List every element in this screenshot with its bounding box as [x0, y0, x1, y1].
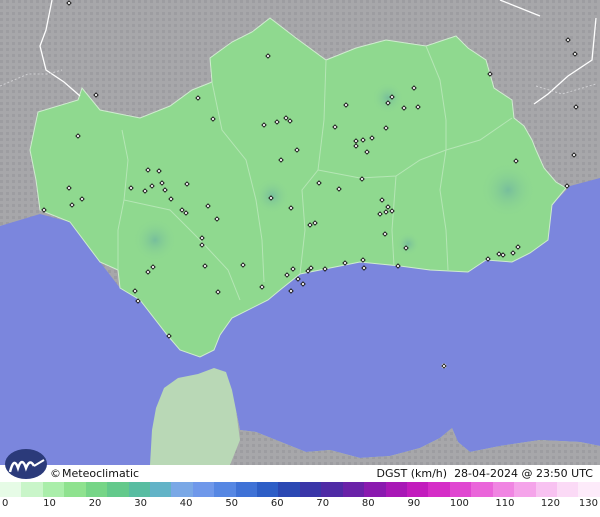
color-scale-segment [407, 482, 429, 497]
color-scale-segment [492, 482, 515, 497]
gust-hotspot [396, 232, 420, 256]
color-scale-tick: 100 [449, 498, 469, 509]
variable-label: DGST (km/h) [376, 467, 448, 480]
color-scale-segment [85, 482, 108, 497]
map-info: DGST (km/h) 28-04-2024 @ 23:50 UTC [377, 467, 593, 480]
color-scale-tick: 50 [225, 498, 239, 509]
color-scale-tick: 10 [43, 498, 56, 509]
color-scale-tick: 20 [88, 498, 102, 509]
color-scale-tick: 0 [2, 498, 9, 509]
color-scale-tick: 80 [361, 498, 375, 509]
color-scale-segment [471, 482, 493, 497]
color-scale-bar [0, 482, 600, 497]
color-scale-segment [107, 482, 129, 497]
color-scale-segment [42, 482, 65, 497]
color-scale-tick: 110 [495, 498, 515, 509]
color-scale-segment [449, 482, 472, 497]
brand-label: ©Meteoclimatic [50, 467, 139, 480]
color-scale-segment [428, 482, 450, 497]
color-scale-segment [364, 482, 386, 497]
color-scale-segment [385, 482, 408, 497]
color-scale-tick: 120 [540, 498, 560, 509]
color-scale-segment [0, 482, 22, 497]
gust-hotspot [372, 82, 404, 114]
meteoclimatic-logo-icon [4, 446, 48, 480]
color-scale-segment [64, 482, 86, 497]
datetime-label: 28-04-2024 @ 23:50 UTC [454, 467, 593, 480]
copyright-symbol: © [50, 467, 61, 480]
color-scale-segment [235, 482, 258, 497]
color-scale-ticks: 0 10 20 30 40 50 60 70 80 90 100 110 120 130 [0, 498, 600, 512]
color-scale-tick: 130 [578, 498, 598, 509]
color-scale-segment [299, 482, 322, 497]
color-scale-segment [257, 482, 279, 497]
color-scale-tick: 60 [270, 498, 284, 509]
color-scale-segment [514, 482, 536, 497]
color-scale-tick: 70 [316, 498, 330, 509]
color-scale-segment [556, 482, 579, 497]
color-scale-segment [149, 482, 172, 497]
color-scale-segment [214, 482, 236, 497]
gust-hotspot [480, 162, 536, 218]
color-scale-segment [21, 482, 43, 497]
map-canvas [0, 0, 600, 465]
color-scale-segment [321, 482, 343, 497]
gust-hotspot [254, 178, 290, 214]
color-scale-segment [535, 482, 557, 497]
color-scale-segment [578, 482, 600, 497]
color-scale-segment [171, 482, 193, 497]
color-scale-segment [342, 482, 365, 497]
brand-name: Meteoclimatic [62, 467, 140, 480]
color-scale-tick: 40 [179, 498, 193, 509]
gust-hotspot [133, 218, 177, 262]
color-scale: 0 10 20 30 40 50 60 70 80 90 100 110 120 130 [0, 482, 600, 517]
color-scale-segment [128, 482, 150, 497]
color-scale-segment [278, 482, 300, 497]
color-scale-tick: 90 [407, 498, 421, 509]
color-scale-segment [192, 482, 215, 497]
color-scale-tick: 30 [134, 498, 147, 509]
wind-gust-map: ©Meteoclimatic DGST (km/h) 28-04-2024 @ … [0, 0, 600, 517]
